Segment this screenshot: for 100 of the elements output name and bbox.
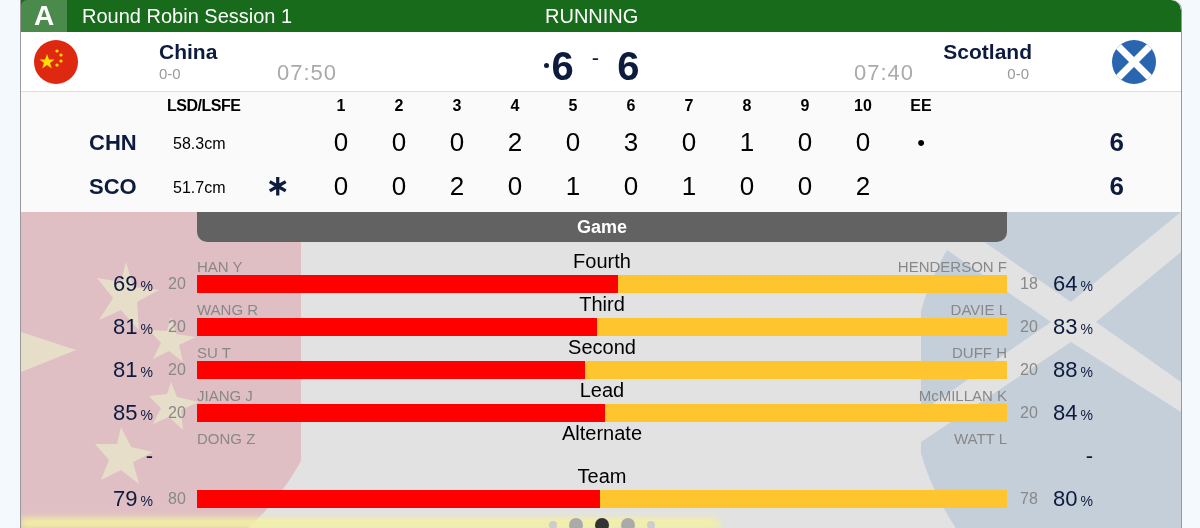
shot-count: 20 bbox=[167, 403, 187, 423]
session-title: Round Robin Session 1 bbox=[82, 4, 294, 29]
position-label: Second bbox=[568, 336, 636, 358]
shot-count: 18 bbox=[1019, 274, 1039, 294]
game-clock: 07:40 bbox=[853, 60, 914, 85]
end-score: 0 bbox=[390, 169, 408, 203]
end-score: 2 bbox=[854, 169, 872, 203]
end-score: 2 bbox=[448, 169, 466, 203]
team-name: China bbox=[159, 39, 219, 64]
percent-sign: % bbox=[1080, 279, 1093, 293]
end-score: 0 bbox=[854, 125, 872, 159]
percentage-value: 85 bbox=[113, 402, 138, 424]
percent-sign: % bbox=[1080, 322, 1093, 336]
column-header: 6 bbox=[625, 96, 637, 116]
percentage-value: 83 bbox=[1053, 316, 1078, 338]
team-record: 0-0 bbox=[159, 63, 182, 84]
end-score: 0 bbox=[680, 125, 698, 159]
player-name: HENDERSON F bbox=[897, 258, 1007, 275]
team-score: 6 bbox=[551, 45, 574, 86]
player-name: SU T bbox=[197, 344, 231, 361]
team-abbreviation: SCO bbox=[89, 172, 138, 201]
end-score: 2 bbox=[506, 125, 524, 159]
column-header: EE bbox=[909, 96, 933, 116]
column-header: 5 bbox=[567, 96, 579, 116]
column-header: 9 bbox=[799, 96, 811, 116]
percent-sign: % bbox=[1080, 494, 1093, 508]
player-name: HAN Y bbox=[197, 258, 243, 275]
player-name: DUFF H bbox=[952, 344, 1007, 361]
percent-sign: % bbox=[140, 279, 153, 293]
position-label: Fourth bbox=[573, 250, 631, 272]
game-status: RUNNING bbox=[545, 4, 639, 29]
end-score: 1 bbox=[738, 125, 756, 159]
column-header: 8 bbox=[741, 96, 753, 116]
end-score: • bbox=[916, 128, 926, 157]
position-label: Third bbox=[579, 293, 625, 315]
percent-sign: % bbox=[140, 494, 153, 508]
shot-count: 20 bbox=[1019, 403, 1039, 423]
percentage-value: 88 bbox=[1053, 359, 1078, 381]
percentage-value: 64 bbox=[1053, 273, 1078, 295]
draw-distance: 58.3cm bbox=[173, 134, 227, 154]
percentage-value: 69 bbox=[113, 273, 138, 295]
percentage-value: 81 bbox=[113, 316, 138, 338]
percentage-value: 81 bbox=[113, 359, 138, 381]
player-name: WATT L bbox=[953, 430, 1007, 447]
china-flag-icon bbox=[34, 39, 78, 84]
total-score: 6 bbox=[1108, 169, 1124, 203]
end-score: 0 bbox=[332, 125, 350, 159]
end-score: 0 bbox=[796, 169, 814, 203]
end-score: 3 bbox=[622, 125, 640, 159]
shot-count: 20 bbox=[1019, 360, 1039, 380]
percent-sign: % bbox=[1080, 408, 1093, 422]
team-abbreviation: CHN bbox=[89, 128, 138, 157]
shot-count: 20 bbox=[167, 360, 187, 380]
scotland-flag-icon bbox=[1112, 39, 1156, 84]
percentage-value: - bbox=[145, 445, 153, 467]
percentage-value: 84 bbox=[1053, 402, 1078, 424]
end-score: 0 bbox=[564, 125, 582, 159]
percent-sign: % bbox=[140, 322, 153, 336]
total-score: 6 bbox=[1108, 125, 1124, 159]
shot-count: 20 bbox=[167, 317, 187, 337]
shot-count: 80 bbox=[167, 489, 187, 509]
percentage-value: 79 bbox=[113, 488, 138, 510]
percent-sign: % bbox=[140, 408, 153, 422]
column-header: 7 bbox=[683, 96, 695, 116]
player-name: JIANG J bbox=[197, 387, 253, 404]
end-score: 0 bbox=[390, 125, 408, 159]
player-name: DAVIE L bbox=[950, 301, 1007, 318]
column-header: 1 bbox=[335, 96, 347, 116]
team-score: 6 bbox=[617, 45, 640, 86]
end-score: 0 bbox=[506, 169, 524, 203]
score-separator: - bbox=[591, 46, 600, 69]
column-header: 4 bbox=[509, 96, 521, 116]
draw-distance: 51.7cm bbox=[173, 178, 227, 198]
hammer-mark: ∗ bbox=[265, 169, 290, 203]
watermark-star bbox=[21, 332, 76, 372]
player-name: DONG Z bbox=[197, 430, 256, 447]
percentage-value: - bbox=[1085, 445, 1093, 467]
position-label: Team bbox=[577, 465, 627, 487]
position-label: Alternate bbox=[561, 422, 643, 444]
column-header: 10 bbox=[853, 96, 873, 116]
player-name: McMILLAN K bbox=[918, 387, 1007, 404]
player-name: WANG R bbox=[197, 301, 259, 318]
team-record: 0-0 bbox=[1007, 63, 1030, 84]
percentage-value: 80 bbox=[1053, 488, 1078, 510]
end-score: 0 bbox=[332, 169, 350, 203]
percent-sign: % bbox=[140, 365, 153, 379]
end-score: 0 bbox=[622, 169, 640, 203]
column-header: LSD/LSFE bbox=[167, 96, 242, 116]
percent-sign: % bbox=[1080, 365, 1093, 379]
column-header: 3 bbox=[451, 96, 463, 116]
column-header: 2 bbox=[393, 96, 405, 116]
end-score: 0 bbox=[448, 125, 466, 159]
pool-badge: A bbox=[21, 0, 67, 32]
end-score: 1 bbox=[680, 169, 698, 203]
shot-count: 20 bbox=[1019, 317, 1039, 337]
position-label: Lead bbox=[579, 379, 625, 401]
shot-count: 20 bbox=[167, 274, 187, 294]
end-score: 0 bbox=[738, 169, 756, 203]
shot-count: 78 bbox=[1019, 489, 1039, 509]
game-clock: 07:50 bbox=[277, 60, 338, 85]
